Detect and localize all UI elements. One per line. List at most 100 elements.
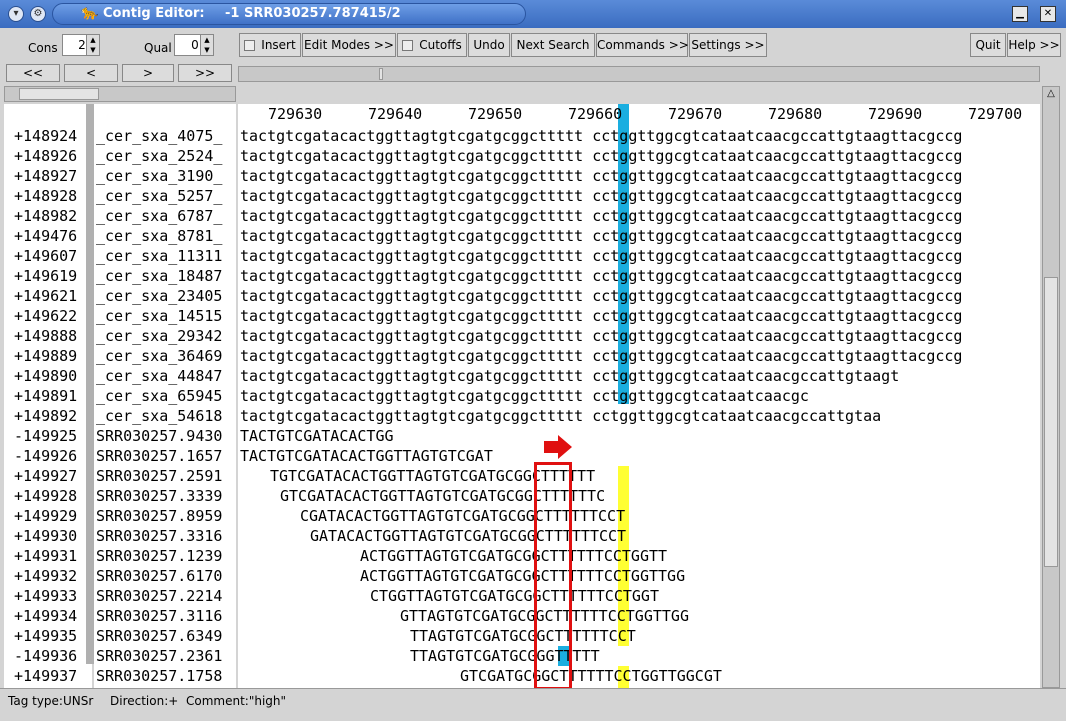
read-sequence[interactable]: tactgtcgatacactggttagtgtcgatgcggcttttt c…: [240, 326, 962, 346]
ruler-position: 729650: [468, 105, 523, 123]
edit-modes-button[interactable]: Edit Modes >>: [302, 33, 396, 57]
read-name[interactable]: _cer_sxa_23405: [96, 286, 222, 306]
qual-value: 0: [191, 38, 199, 52]
read-sequence[interactable]: GTCGATGCGGCTTTTTTCCTGGTTGGCGT: [460, 666, 722, 686]
read-sequence[interactable]: tactgtcgatacactggttagtgtcgatgcggcttttt c…: [240, 406, 881, 426]
read-name[interactable]: SRR030257.6349: [96, 626, 222, 646]
read-names-panel: _cer_sxa_4075_ _cer_sxa_2524_ _cer_sxa_319…: [94, 104, 236, 705]
insert-checkbox-icon[interactable]: [244, 40, 256, 51]
read-sequence[interactable]: ACTGGTTAGTGTCGATGCGGCTTTTTTCCTGGTTGG: [360, 566, 685, 586]
read-sequence[interactable]: tactgtcgatacactggttagtgtcgatgcggcttttt c…: [240, 266, 962, 286]
read-number: +149619: [14, 267, 78, 285]
read-name[interactable]: SRR030257.1758: [96, 666, 222, 686]
read-name[interactable]: _cer_sxa_4075_: [96, 126, 222, 146]
read-name[interactable]: _cer_sxa_36469: [96, 346, 222, 366]
read-name[interactable]: SRR030257.1239: [96, 546, 222, 566]
read-sequence[interactable]: tactgtcgatacactggttagtgtcgatgcggcttttt c…: [240, 366, 899, 386]
window-menu-icon[interactable]: ▾: [8, 6, 24, 22]
scroll-left-button[interactable]: <: [64, 64, 118, 82]
qual-group: Qual 0 ▲ ▼: [116, 33, 220, 57]
read-name[interactable]: _cer_sxa_44847: [96, 366, 222, 386]
read-name[interactable]: _cer_sxa_8781_: [96, 226, 222, 246]
quit-button[interactable]: Quit: [970, 33, 1006, 57]
read-sequence[interactable]: tactgtcgatacactggttagtgtcgatgcggcttttt c…: [240, 386, 809, 406]
scroll-right-button[interactable]: >: [122, 64, 174, 82]
read-name[interactable]: SRR030257.9430: [96, 426, 222, 446]
insert-label: Insert: [261, 38, 296, 52]
settings-button[interactable]: Settings >>: [689, 33, 767, 57]
read-number: +149889: [14, 347, 78, 365]
read-name[interactable]: _cer_sxa_14515: [96, 306, 222, 326]
commands-button[interactable]: Commands >>: [596, 33, 689, 57]
read-name[interactable]: _cer_sxa_54618: [96, 406, 222, 426]
scrollbar-thumb[interactable]: [1044, 277, 1058, 567]
read-name[interactable]: _cer_sxa_2524_: [96, 146, 222, 166]
read-name[interactable]: SRR030257.3116: [96, 606, 222, 626]
read-sequence[interactable]: CTGGTTAGTGTCGATGCGGCTTTTTTCCTGGT: [370, 586, 659, 606]
cutoffs-checkbox-icon[interactable]: [402, 40, 414, 51]
ruler-position: 729690: [868, 105, 923, 123]
annotation-box: [534, 462, 572, 688]
minimize-icon[interactable]: ▁: [1012, 6, 1028, 22]
help-button[interactable]: Help >>: [1007, 33, 1061, 57]
read-number: +149934: [14, 607, 78, 625]
read-sequence[interactable]: TTAGTGTCGATGCGGCTTTTTTCCT: [410, 626, 636, 646]
read-sequence[interactable]: tactgtcgatacactggttagtgtcgatgcggcttttt c…: [240, 126, 962, 146]
read-name[interactable]: _cer_sxa_3190_: [96, 166, 222, 186]
read-name[interactable]: _cer_sxa_18487: [96, 266, 222, 286]
read-sequence[interactable]: tactgtcgatacactggttagtgtcgatgcggcttttt c…: [240, 346, 962, 366]
read-sequence[interactable]: tactgtcgatacactggttagtgtcgatgcggcttttt c…: [240, 306, 962, 326]
read-sequence[interactable]: tactgtcgatacactggttagtgtcgatgcggcttttt c…: [240, 206, 962, 226]
names-horizontal-scrollbar[interactable]: [4, 86, 236, 102]
qual-stepper[interactable]: 0 ▲ ▼: [174, 34, 214, 56]
read-sequence[interactable]: CGATACACTGGTTAGTGTCGATGCGGCTTTTTTCCT: [300, 506, 625, 526]
cutoffs-toggle[interactable]: Cutoffs: [397, 33, 467, 57]
main-horizontal-scrollbar[interactable]: [238, 66, 1040, 82]
read-name[interactable]: SRR030257.2214: [96, 586, 222, 606]
stepper-arrows-icon[interactable]: ▲ ▼: [86, 35, 99, 55]
read-name[interactable]: _cer_sxa_65945: [96, 386, 222, 406]
sequence-panel[interactable]: 729630 729640 729650 729660 729670 729680 7296…: [238, 104, 1040, 688]
next-search-button[interactable]: Next Search: [511, 33, 595, 57]
read-number: +149621: [14, 287, 78, 305]
read-name[interactable]: _cer_sxa_5257_: [96, 186, 222, 206]
ruler-position: 729640: [368, 105, 423, 123]
window-options-icon[interactable]: ⚙: [30, 6, 46, 22]
close-icon[interactable]: ✕: [1040, 6, 1056, 22]
read-name[interactable]: SRR030257.2591: [96, 466, 222, 486]
ruler-position: 729680: [768, 105, 823, 123]
read-name[interactable]: SRR030257.1657: [96, 446, 222, 466]
insert-toggle[interactable]: Insert: [239, 33, 301, 57]
direction: Direction:+: [110, 694, 179, 708]
scrollbar-thumb[interactable]: [19, 88, 99, 100]
read-number: -149925: [14, 427, 78, 445]
read-name[interactable]: _cer_sxa_29342: [96, 326, 222, 346]
vertical-scrollbar[interactable]: △: [1042, 86, 1060, 688]
read-sequence[interactable]: TACTGTCGATACACTGGTTAGTGTCGAT: [240, 446, 493, 466]
scroll-far-right-button[interactable]: >>: [178, 64, 232, 82]
scroll-up-icon[interactable]: △: [1043, 87, 1059, 101]
read-name[interactable]: _cer_sxa_6787_: [96, 206, 222, 226]
tag-type: Tag type:UNSr: [8, 694, 94, 708]
read-sequence[interactable]: tactgtcgatacactggttagtgtcgatgcggcttttt c…: [240, 286, 962, 306]
scrollbar-thumb[interactable]: [379, 68, 383, 80]
stepper-arrows-icon[interactable]: ▲ ▼: [200, 35, 213, 55]
read-name[interactable]: _cer_sxa_11311: [96, 246, 222, 266]
read-sequence[interactable]: ACTGGTTAGTGTCGATGCGGCTTTTTTCCTGGTT: [360, 546, 667, 566]
read-sequence[interactable]: tactgtcgatacactggttagtgtcgatgcggcttttt c…: [240, 186, 962, 206]
read-sequence[interactable]: TACTGTCGATACACTGG: [240, 426, 394, 446]
read-name[interactable]: SRR030257.6170: [96, 566, 222, 586]
read-name[interactable]: SRR030257.8959: [96, 506, 222, 526]
read-name[interactable]: SRR030257.3316: [96, 526, 222, 546]
read-number: +149892: [14, 407, 78, 425]
read-sequence[interactable]: tactgtcgatacactggttagtgtcgatgcggcttttt c…: [240, 226, 962, 246]
read-name[interactable]: SRR030257.2361: [96, 646, 222, 666]
scroll-far-left-button[interactable]: <<: [6, 64, 60, 82]
cons-stepper[interactable]: 2 ▲ ▼: [62, 34, 100, 56]
read-sequence[interactable]: tactgtcgatacactggttagtgtcgatgcggcttttt c…: [240, 166, 962, 186]
read-sequence[interactable]: GATACACTGGTTAGTGTCGATGCGGCTTTTTTCCT: [310, 526, 626, 546]
read-sequence[interactable]: tactgtcgatacactggttagtgtcgatgcggcttttt c…: [240, 146, 962, 166]
undo-button[interactable]: Undo: [468, 33, 510, 57]
read-sequence[interactable]: tactgtcgatacactggttagtgtcgatgcggcttttt c…: [240, 246, 962, 266]
read-name[interactable]: SRR030257.3339: [96, 486, 222, 506]
